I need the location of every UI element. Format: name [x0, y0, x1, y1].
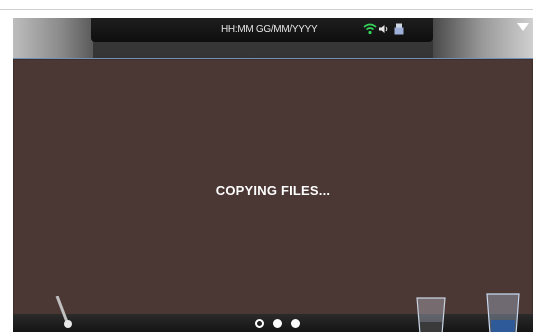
- header-divider: [0, 9, 533, 10]
- steam-wand-icon: [55, 296, 72, 328]
- usb-icon: [394, 23, 404, 35]
- status-bar: HH:MM GG/MM/YYYY: [91, 18, 433, 42]
- page-dot[interactable]: [255, 319, 264, 328]
- page-dot-active[interactable]: [273, 319, 282, 328]
- wifi-icon: [363, 23, 377, 35]
- glass-cup-icon: [486, 293, 520, 332]
- page-dot[interactable]: [291, 319, 300, 328]
- device-screen: HH:MM GG/MM/YYYY COPYING FILES...: [13, 18, 533, 332]
- copying-dialog: COPYING FILES...: [13, 58, 533, 315]
- datetime-label: HH:MM GG/MM/YYYY: [221, 24, 318, 35]
- top-header-strip: [0, 0, 533, 16]
- screen-top-left-bezel: [13, 18, 93, 60]
- copying-message: COPYING FILES...: [215, 183, 331, 198]
- speaker-icon: [379, 25, 388, 33]
- page-indicator: [253, 317, 323, 331]
- glass-cup-icon: [416, 297, 446, 332]
- chevron-down-icon[interactable]: [517, 23, 529, 31]
